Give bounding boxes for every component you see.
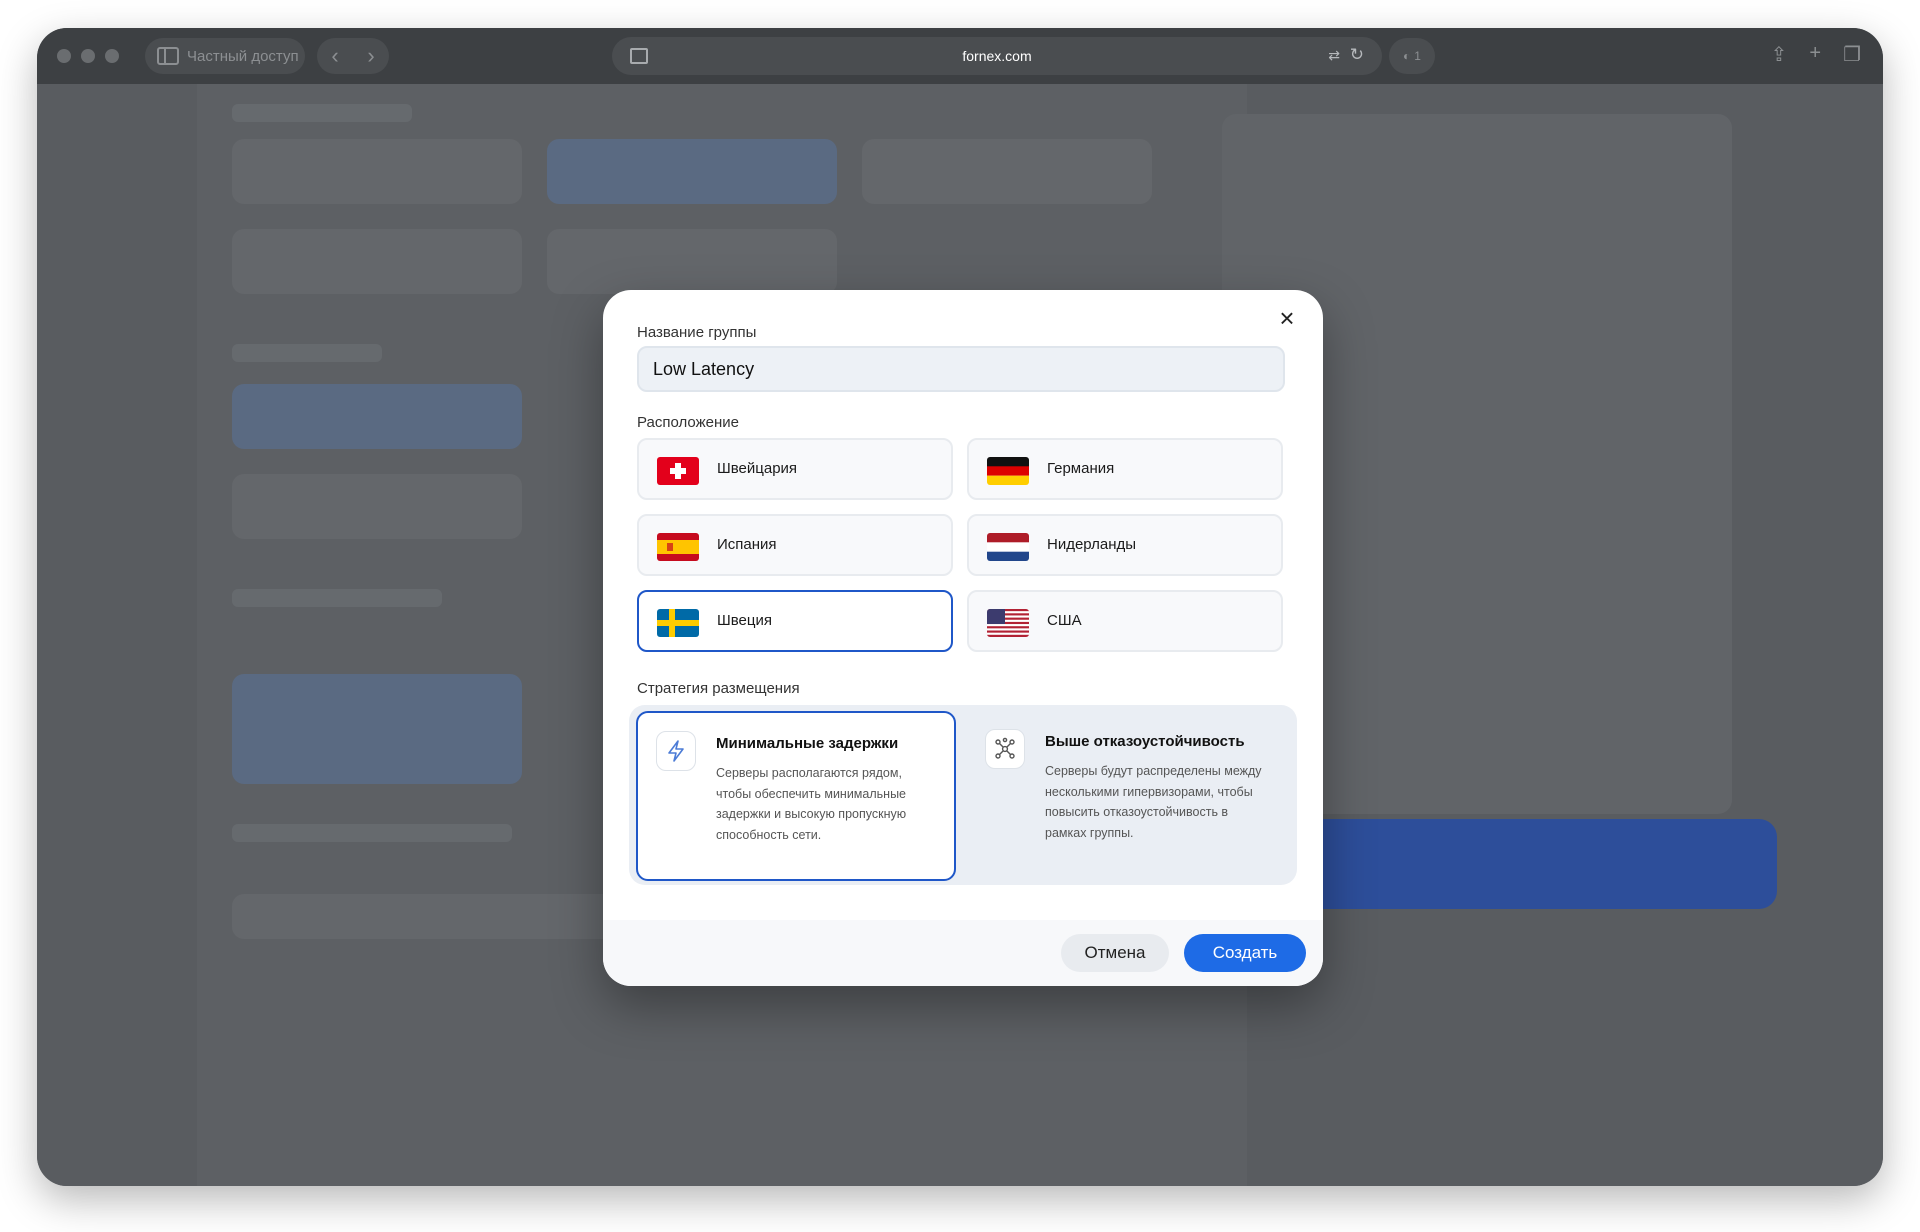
location-name: Испания [717,536,777,553]
background-card [232,474,522,539]
strategy-title: Выше отказоустойчивость [1045,733,1245,750]
modal-footer: Отмена Создать [603,920,1323,986]
sidebar-icon [157,47,179,65]
new-tab-icon[interactable]: + [1809,42,1821,67]
url-text: fornex.com [962,48,1032,64]
background-card [547,139,837,204]
zoom-window-button[interactable] [105,49,119,63]
lightning-icon [656,731,696,771]
location-name: Швеция [717,612,772,629]
background-card [232,139,522,204]
browser-toolbar: Частный доступ ‹ › fornex.com ⇄ ↻ ◐ 1 ⇪ … [37,28,1883,84]
background-card [232,674,522,784]
background-card [547,229,837,294]
back-icon[interactable]: ‹ [331,43,338,69]
strategy-options: Минимальные задержки Серверы располагают… [629,705,1297,885]
background-heading [232,104,412,122]
close-window-button[interactable] [57,49,71,63]
network-icon [985,729,1025,769]
tabs-overview-icon[interactable]: ❐ [1843,42,1861,67]
window-controls [57,49,119,63]
address-bar[interactable]: fornex.com ⇄ ↻ [612,37,1382,75]
nav-buttons: ‹ › [317,38,389,74]
translate-icon[interactable]: ⇄ [1328,47,1340,64]
extension-badge: 1 [1414,49,1421,63]
minimize-window-button[interactable] [81,49,95,63]
create-button[interactable]: Создать [1184,934,1306,972]
location-name: Швейцария [717,460,798,477]
location-option-sweden[interactable]: Швеция [637,590,953,652]
cancel-button[interactable]: Отмена [1061,934,1169,972]
private-browsing-label: Частный доступ [187,48,299,65]
netherlands-flag-icon [987,533,1029,561]
switzerland-flag-icon [657,457,699,485]
location-option-switzerland[interactable]: Швейцария [637,438,953,500]
share-icon[interactable]: ⇪ [1771,42,1788,67]
usa-flag-icon [987,609,1029,637]
location-option-netherlands[interactable]: Нидерланды [967,514,1283,576]
spain-flag-icon [657,533,699,561]
location-label: Расположение [637,414,739,431]
background-card [862,139,1152,204]
reload-icon[interactable]: ↻ [1350,45,1364,65]
sweden-flag-icon [657,609,699,637]
sidebar-toggle-button[interactable]: Частный доступ [145,38,305,74]
close-icon[interactable]: × [1273,304,1301,332]
background-card [232,229,522,294]
location-name: Нидерланды [1047,536,1137,553]
background-heading [232,344,382,362]
group-name-input[interactable]: Low Latency [637,346,1285,392]
create-group-modal: × Название группы Low Latency Расположен… [603,290,1323,986]
strategy-option-low-latency[interactable]: Минимальные задержки Серверы располагают… [636,711,956,881]
background-card [232,384,522,449]
location-name: США [1047,612,1082,629]
strategy-description: Серверы будут распределены между несколь… [1045,764,1262,840]
group-name-label: Название группы [637,324,757,341]
strategy-label: Стратегия размещения [637,680,800,697]
strategy-option-fault-tolerance[interactable]: Выше отказоустойчивость Серверы будут ра… [967,711,1287,881]
background-heading [232,824,512,842]
location-option-germany[interactable]: Германия [967,438,1283,500]
extension-button[interactable]: ◐ 1 [1389,38,1435,74]
shield-icon: ◐ [1403,49,1411,63]
background-heading [232,589,442,607]
location-name: Германия [1047,460,1115,477]
background-order-button [1257,819,1777,909]
forward-icon[interactable]: › [367,43,374,69]
germany-flag-icon [987,457,1029,485]
location-option-spain[interactable]: Испания [637,514,953,576]
strategy-title: Минимальные задержки [716,735,899,752]
strategy-description: Серверы располагаются рядом, чтобы обесп… [716,766,907,842]
location-option-usa[interactable]: США [967,590,1283,652]
toolbar-right-actions: ⇪ + ❐ [1771,42,1861,67]
